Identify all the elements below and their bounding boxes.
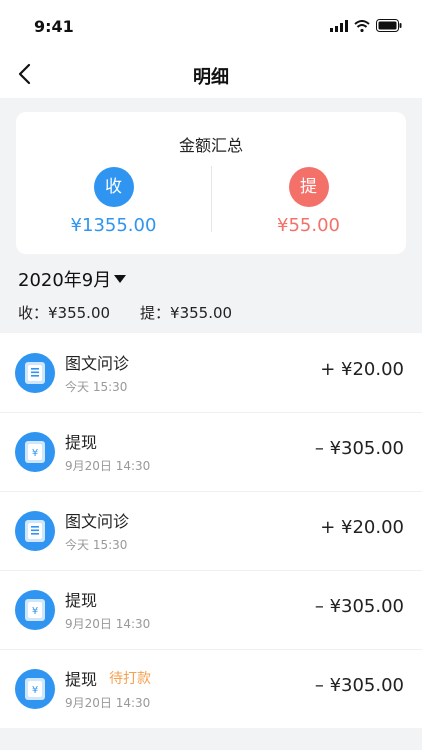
withdraw-icon: ¥ bbox=[15, 432, 55, 472]
transaction-type: 图文问诊 bbox=[65, 512, 130, 531]
transaction-row[interactable]: ¥ 提现 9月20日 14:30 – ¥305.00 bbox=[0, 570, 422, 650]
withdraw-icon: ¥ bbox=[15, 590, 55, 630]
transaction-amount: – ¥305.00 bbox=[314, 596, 404, 617]
transaction-time: 9月20日 14:30 bbox=[65, 696, 151, 710]
income-badge: 收 bbox=[93, 167, 134, 207]
battery-icon bbox=[376, 19, 402, 32]
transaction-title: 图文问诊 bbox=[65, 350, 129, 374]
transaction-row[interactable]: 图文问诊 今天 15:30 + ¥20.00 bbox=[0, 333, 422, 413]
transaction-time: 9月20日 14:30 bbox=[65, 459, 151, 473]
withdraw-summary: 提 ¥55.00 bbox=[211, 167, 406, 247]
withdraw-amount: ¥55.00 bbox=[277, 215, 340, 236]
summary-card: 金额汇总 收 ¥1355.00 提 ¥55.00 bbox=[16, 112, 406, 254]
transaction-amount: – ¥305.00 bbox=[314, 675, 404, 696]
transaction-type: 图文问诊 bbox=[65, 354, 130, 373]
svg-text:¥: ¥ bbox=[32, 685, 38, 696]
document-icon bbox=[15, 511, 55, 551]
transaction-time: 9月20日 14:30 bbox=[65, 617, 151, 631]
svg-text:¥: ¥ bbox=[32, 606, 38, 617]
status-badge: 待打款 bbox=[109, 671, 152, 687]
signal-icon bbox=[330, 19, 348, 32]
transaction-title: 提现 bbox=[65, 587, 97, 611]
month-selector[interactable]: 2020年9月 bbox=[18, 266, 127, 292]
transaction-title: 提现 待打款 bbox=[65, 666, 151, 690]
transaction-time: 今天 15:30 bbox=[65, 380, 128, 394]
month-stats: 收：¥355.00 提：¥355.00 bbox=[18, 302, 232, 323]
transaction-time: 今天 15:30 bbox=[65, 538, 128, 552]
summary-title: 金额汇总 bbox=[178, 136, 243, 155]
transaction-amount: + ¥20.00 bbox=[320, 359, 404, 380]
income-summary: 收 ¥1355.00 bbox=[16, 167, 211, 247]
status-bar: 9:41 bbox=[0, 0, 422, 50]
status-icons bbox=[330, 19, 402, 32]
dropdown-arrow-icon bbox=[114, 275, 127, 283]
withdraw-icon: ¥ bbox=[15, 669, 55, 709]
status-time: 9:41 bbox=[34, 17, 74, 36]
nav-bar: 明细 bbox=[0, 50, 422, 98]
transaction-type: 提现 bbox=[65, 670, 98, 689]
document-icon bbox=[15, 353, 55, 393]
transaction-title: 提现 bbox=[65, 429, 97, 453]
transaction-list: 图文问诊 今天 15:30 + ¥20.00 ¥ 提现 9月20日 14:30 … bbox=[0, 333, 422, 728]
withdraw-badge: 提 bbox=[288, 167, 329, 207]
transaction-row[interactable]: ¥ 提现 9月20日 14:30 – ¥305.00 bbox=[0, 412, 422, 492]
transaction-row[interactable]: 图文问诊 今天 15:30 + ¥20.00 bbox=[0, 491, 422, 571]
page-title: 明细 bbox=[193, 67, 229, 88]
svg-text:¥: ¥ bbox=[32, 448, 38, 459]
income-amount: ¥1355.00 bbox=[70, 215, 157, 236]
wifi-icon bbox=[354, 19, 370, 32]
transaction-title: 图文问诊 bbox=[65, 508, 129, 532]
transaction-row[interactable]: ¥ 提现 待打款 9月20日 14:30 – ¥305.00 bbox=[0, 649, 422, 728]
transaction-amount: – ¥305.00 bbox=[314, 438, 404, 459]
month-withdraw-stat: 提：¥355.00 bbox=[140, 304, 233, 322]
month-income-stat: 收：¥355.00 bbox=[18, 304, 111, 322]
transaction-type: 提现 bbox=[65, 591, 98, 610]
transaction-amount: + ¥20.00 bbox=[320, 517, 404, 538]
month-label: 2020年9月 bbox=[18, 270, 112, 291]
transaction-type: 提现 bbox=[65, 433, 98, 452]
